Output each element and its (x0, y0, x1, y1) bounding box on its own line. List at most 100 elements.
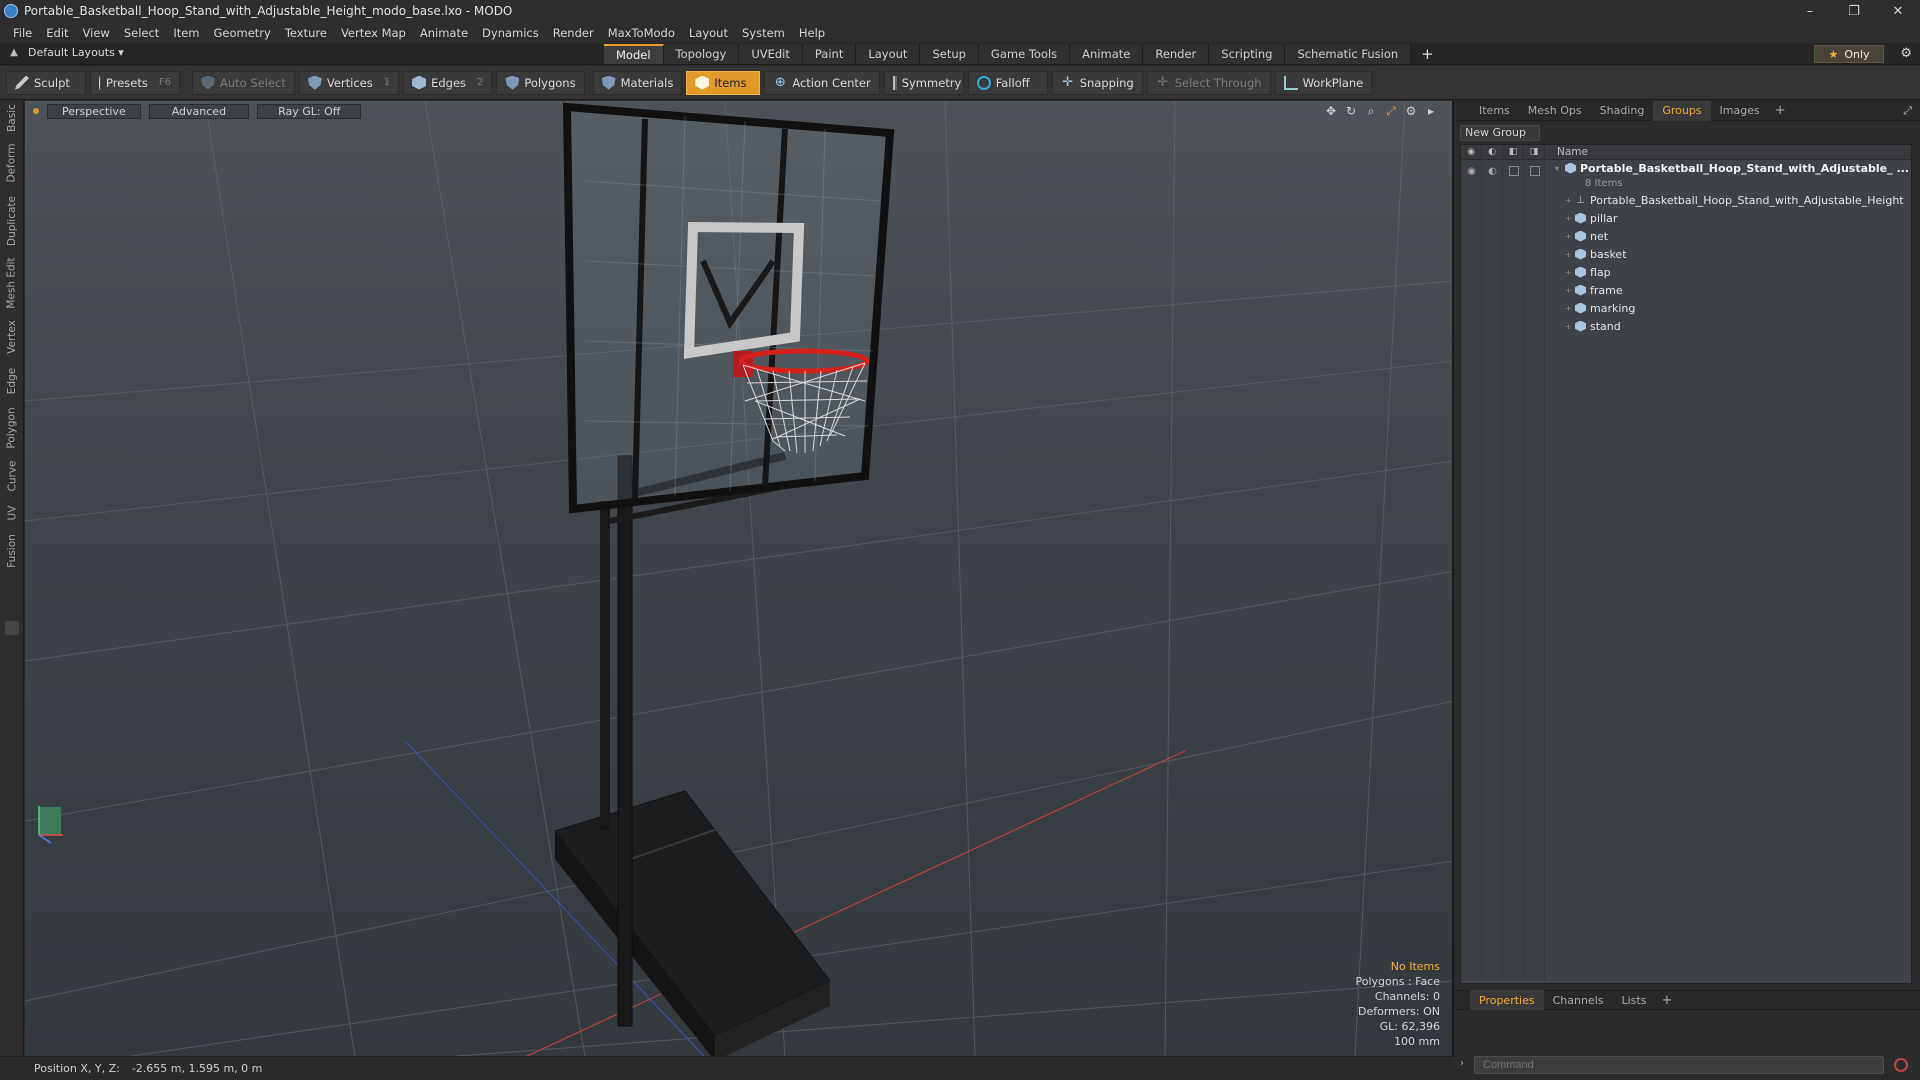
presets-button[interactable]: Presets F6 (90, 70, 180, 95)
group-item-row[interactable]: + flap (1545, 263, 1911, 281)
snapping-button[interactable]: ✛ Snapping (1051, 70, 1143, 95)
stop-icon[interactable] (1894, 1058, 1908, 1072)
menu-vertex-map[interactable]: Vertex Map (334, 26, 413, 40)
tab-channels[interactable]: Channels (1544, 990, 1613, 1010)
action-center-button[interactable]: ⊕ Action Center (764, 70, 880, 95)
tab-items[interactable]: Items (1470, 101, 1519, 121)
vtab-deform[interactable]: Deform (0, 141, 24, 185)
tab-game-tools[interactable]: Game Tools (978, 44, 1071, 64)
menu-layout[interactable]: Layout (682, 26, 735, 40)
rotate-icon[interactable]: ↻ (1344, 104, 1358, 119)
tab-groups[interactable]: Groups (1653, 100, 1711, 121)
name-column-header[interactable]: Name (1545, 146, 1588, 158)
collapse-arrow-icon[interactable]: ▾ (1555, 164, 1565, 173)
tab-lists[interactable]: Lists (1613, 990, 1656, 1010)
zoom-icon[interactable]: ⌕ (1364, 104, 1378, 119)
vtab-vertex[interactable]: Vertex (0, 317, 24, 357)
3d-viewport[interactable]: Perspective Advanced Ray GL: Off ✥ ↻ ⌕ ⤢… (25, 101, 1454, 1057)
menu-geometry[interactable]: Geometry (207, 26, 278, 40)
fit-icon[interactable]: ⤢ (1384, 104, 1398, 119)
new-group-button[interactable]: New Group (1460, 125, 1540, 141)
group-select-toggle[interactable] (1524, 162, 1545, 180)
materials-button[interactable]: Materials (592, 70, 683, 95)
tab-topology[interactable]: Topology (663, 44, 740, 64)
group-item-row[interactable]: + stand (1545, 317, 1911, 335)
menu-file[interactable]: File (6, 26, 39, 40)
pan-icon[interactable]: ✥ (1324, 104, 1338, 119)
polygons-button[interactable]: Polygons (496, 70, 585, 95)
tab-properties[interactable]: Properties (1470, 990, 1544, 1010)
menu-render[interactable]: Render (546, 26, 601, 40)
tab-shading[interactable]: Shading (1591, 101, 1654, 121)
auto-select-button[interactable]: Auto Select (192, 70, 295, 95)
vtab-duplicate[interactable]: Duplicate (0, 193, 24, 249)
tab-uvedit[interactable]: UVEdit (739, 44, 803, 64)
group-item-row[interactable]: + frame (1545, 281, 1911, 299)
menu-dynamics[interactable]: Dynamics (475, 26, 546, 40)
items-button[interactable]: Items (686, 70, 761, 95)
group-lock-toggle[interactable] (1503, 162, 1524, 180)
gear-icon[interactable]: ⚙ (1900, 46, 1912, 61)
restore-button[interactable]: ❐ (1832, 0, 1876, 22)
vtab-edge[interactable]: Edge (0, 363, 24, 399)
tab-paint[interactable]: Paint (802, 44, 857, 64)
menu-system[interactable]: System (735, 26, 792, 40)
group-item-row[interactable]: + net (1545, 227, 1911, 245)
tab-setup[interactable]: Setup (920, 44, 979, 64)
tab-scripting[interactable]: Scripting (1209, 44, 1286, 64)
tab-images[interactable]: Images (1711, 101, 1769, 121)
collapse-icon[interactable]: ▲ (8, 47, 20, 59)
add-panel-tab-button[interactable]: + (1769, 103, 1792, 118)
group-visibility-toggle[interactable]: ◉ (1461, 162, 1482, 180)
tab-animate[interactable]: Animate (1070, 44, 1144, 64)
falloff-button[interactable]: Falloff (967, 70, 1048, 95)
select-through-button[interactable]: ✛ Select Through (1146, 70, 1271, 95)
menu-select[interactable]: Select (117, 26, 166, 40)
visibility-col-icon[interactable]: ◉ (1461, 144, 1482, 160)
panel-toggle-icon[interactable] (5, 621, 19, 635)
only-toggle[interactable]: ★ Only (1814, 45, 1884, 63)
group-item-row[interactable]: + basket (1545, 245, 1911, 263)
vtab-curve[interactable]: Curve (0, 457, 24, 495)
viewport-menu-dot[interactable] (33, 108, 39, 114)
layouts-label[interactable]: Default Layouts ▾ (28, 46, 124, 59)
lock-col-icon[interactable]: ◧ (1503, 144, 1524, 160)
sculpt-button[interactable]: Sculpt (6, 70, 86, 95)
add-tab-button[interactable]: + (1411, 44, 1444, 64)
tab-layout[interactable]: Layout (856, 44, 921, 64)
vtab-basic[interactable]: Basic (0, 101, 24, 135)
vertices-button[interactable]: Vertices 1 (298, 70, 400, 95)
group-item-row[interactable]: + marking (1545, 299, 1911, 317)
command-history-icon[interactable]: › (1460, 1058, 1464, 1069)
menu-edit[interactable]: Edit (39, 26, 75, 40)
close-button[interactable]: ✕ (1876, 0, 1920, 22)
command-input[interactable] (1474, 1056, 1884, 1074)
menu-animate[interactable]: Animate (413, 26, 475, 40)
group-render-toggle[interactable]: ◐ (1482, 162, 1503, 180)
vtab-uv[interactable]: UV (0, 501, 24, 525)
tab-mesh-ops[interactable]: Mesh Ops (1519, 101, 1591, 121)
vtab-polygon[interactable]: Polygon (0, 405, 24, 451)
edges-button[interactable]: Edges 2 (403, 70, 493, 95)
vtab-mesh-edit[interactable]: Mesh Edit (0, 255, 24, 311)
expand-icon[interactable]: ⤢ (1903, 104, 1912, 118)
layouts-selector[interactable]: ▲ Default Layouts ▾ (8, 46, 124, 59)
menu-item[interactable]: Item (166, 26, 206, 40)
select-col-icon[interactable]: ◨ (1524, 144, 1545, 160)
raygl-button[interactable]: Ray GL: Off (257, 103, 362, 119)
workplane-button[interactable]: WorkPlane (1274, 70, 1373, 95)
symmetry-button[interactable]: Symmetry (883, 70, 964, 95)
tab-render[interactable]: Render (1143, 44, 1210, 64)
expand-arrow-icon[interactable]: ▸ (1424, 104, 1438, 119)
advanced-button[interactable]: Advanced (148, 103, 250, 119)
minimize-button[interactable]: – (1788, 0, 1832, 22)
menu-help[interactable]: Help (792, 26, 832, 40)
viewport-settings-icon[interactable]: ⚙ (1404, 104, 1418, 119)
tab-model[interactable]: Model (604, 44, 664, 64)
menu-maxtomodo[interactable]: MaxToModo (601, 26, 682, 40)
perspective-button[interactable]: Perspective (47, 103, 141, 119)
group-item-row[interactable]: + ⊥ Portable_Basketball_Hoop_Stand_with_… (1545, 191, 1911, 209)
menu-texture[interactable]: Texture (278, 26, 334, 40)
add-props-tab-button[interactable]: + (1655, 993, 1678, 1008)
group-item-row[interactable]: + pillar (1545, 209, 1911, 227)
